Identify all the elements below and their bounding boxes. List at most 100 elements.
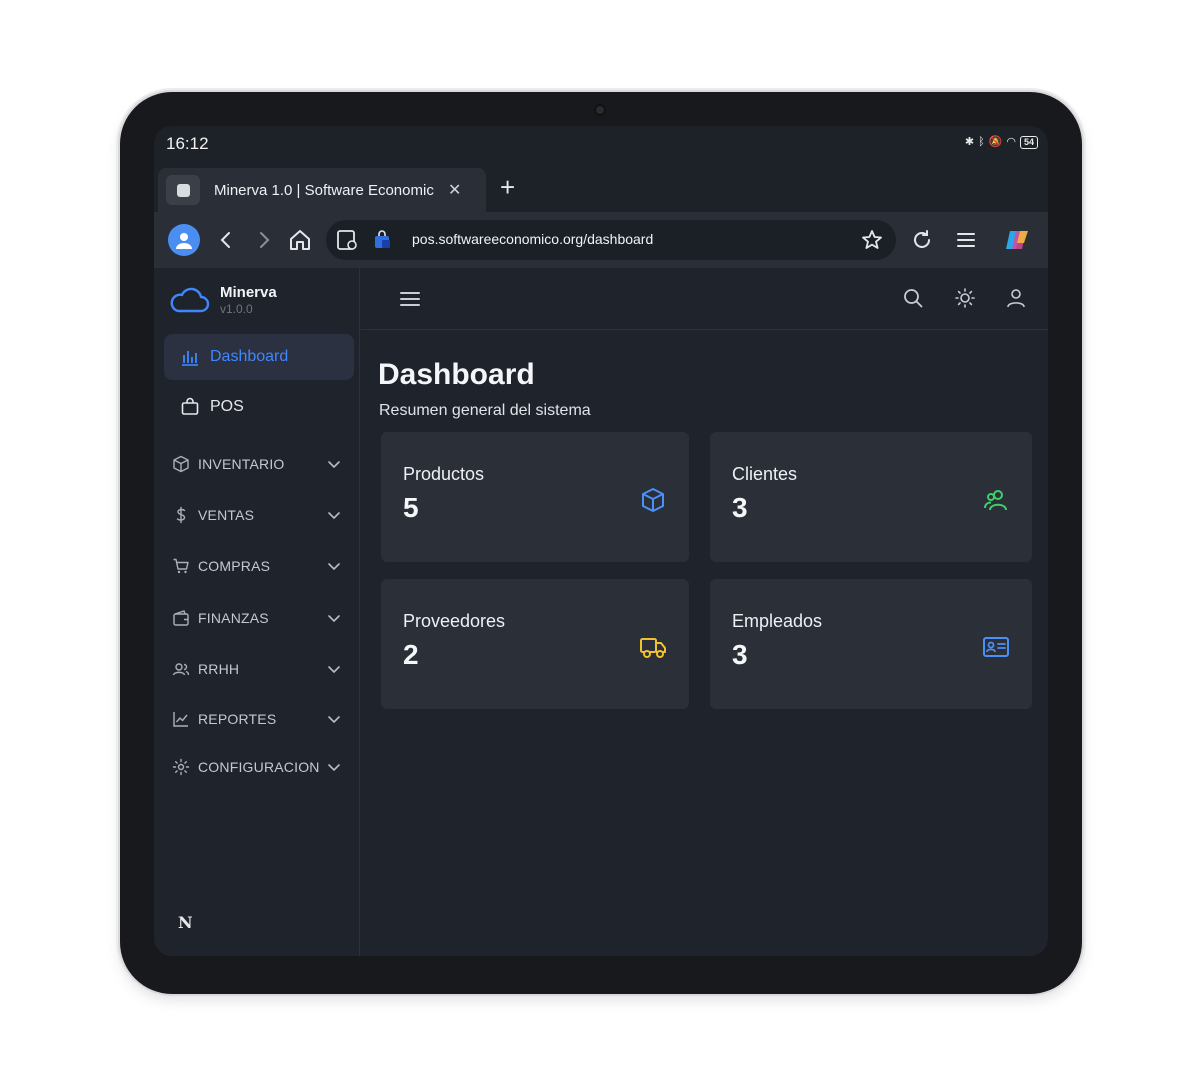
dollar-icon (176, 506, 186, 524)
status-icons: ✱ ᛒ 🔕 ◠ 54 (965, 135, 1038, 149)
sidebar-group-label: INVENTARIO (198, 456, 285, 472)
card-label: Productos (403, 464, 485, 484)
card-label: Empleados (732, 611, 823, 631)
reload-button[interactable] (908, 226, 936, 254)
back-button[interactable] (212, 226, 240, 254)
cloud-logo-icon (170, 287, 210, 313)
hamburger-icon (957, 233, 975, 247)
bar-chart-icon (182, 351, 198, 366)
bookmark-star-icon[interactable] (860, 228, 884, 252)
truck-icon (640, 638, 666, 658)
stat-card-clientes[interactable]: Clientes 3 (710, 432, 1032, 562)
browser-tab[interactable]: Minerva 1.0 | Software Economic ✕ (158, 168, 486, 212)
chevron-down-icon (328, 666, 340, 674)
nfc-icon: ✱ (964, 136, 975, 148)
home-button[interactable] (286, 226, 314, 254)
theme-toggle-icon[interactable] (953, 286, 977, 310)
wifi-icon: ◠ (1006, 136, 1016, 148)
url-text: pos.softwareeconomico.org/dashboard (412, 231, 654, 247)
tab-favicon-icon (166, 175, 200, 205)
forward-button[interactable] (250, 226, 278, 254)
chevron-down-icon (328, 764, 340, 772)
card-label: Clientes (732, 464, 798, 484)
sidebar-group-label: RRHH (198, 661, 240, 677)
browser-toolbar: pos.softwareeconomico.org/dashboard (154, 212, 1048, 268)
close-tab-icon[interactable]: ✕ (448, 180, 461, 200)
sidebar: Minerva v1.0.0 Dashboard POS INVENTARIO (154, 268, 360, 956)
new-tab-button[interactable]: + (500, 170, 515, 204)
brand-version: v1.0.0 (220, 302, 253, 316)
main-content: Dashboard Resumen general del sistema Pr… (361, 268, 1048, 956)
chevron-left-icon (220, 232, 230, 248)
chevron-down-icon (328, 615, 340, 623)
sidebar-group-label: COMPRAS (198, 558, 271, 574)
stat-card-productos[interactable]: Productos 5 (381, 432, 689, 562)
id-card-icon (983, 637, 1009, 657)
card-label: Proveedores (403, 611, 506, 631)
sidebar-group-ventas[interactable]: VENTAS (164, 495, 354, 535)
top-navbar (361, 268, 1048, 330)
card-value: 5 (403, 492, 419, 523)
tab-title: Minerva 1.0 | Software Economic (214, 181, 434, 199)
line-chart-icon (173, 712, 188, 727)
person-icon (176, 233, 192, 249)
mute-icon: 🔕 (988, 136, 1003, 148)
sidebar-group-label: REPORTES (198, 711, 277, 727)
tablet-frame: 16:12 ✱ ᛒ 🔕 ◠ 54 Minerva 1.0 | Software … (120, 92, 1082, 994)
cube-icon (642, 488, 664, 512)
status-bar: 16:12 ✱ ᛒ 🔕 ◠ 54 (154, 126, 1048, 164)
card-value: 2 (403, 639, 419, 670)
user-icon[interactable] (1004, 286, 1028, 310)
sidebar-group-reportes[interactable]: REPORTES (164, 699, 354, 739)
page-title: Dashboard (378, 358, 535, 391)
home-icon (290, 230, 310, 250)
browser-menu-button[interactable] (952, 226, 980, 254)
battery-icon: 54 (1019, 135, 1038, 149)
box-icon (173, 455, 189, 473)
copilot-icon[interactable] (1004, 229, 1030, 251)
sidebar-group-label: CONFIGURACION (198, 759, 320, 775)
screen: 16:12 ✱ ᛒ 🔕 ◠ 54 Minerva 1.0 | Software … (154, 126, 1048, 956)
sidebar-group-rrhh[interactable]: RRHH (164, 649, 354, 689)
chevron-down-icon (328, 512, 340, 520)
people-icon (172, 663, 190, 676)
shopping-bag-icon (181, 397, 199, 415)
web-app: Minerva v1.0.0 Dashboard POS INVENTARIO (154, 268, 1048, 956)
reload-icon (914, 230, 930, 248)
chevron-right-icon (260, 232, 270, 248)
page-settings-icon (337, 230, 357, 250)
brand-name: Minerva (220, 284, 277, 301)
sidebar-group-configuracion[interactable]: CONFIGURACION (164, 747, 354, 787)
sidebar-group-compras[interactable]: COMPRAS (164, 546, 354, 586)
users-icon (984, 490, 1007, 511)
status-time: 16:12 (166, 134, 209, 153)
bluetooth-icon: ᛒ (978, 136, 985, 148)
sidebar-group-label: VENTAS (198, 507, 255, 523)
profile-avatar[interactable] (168, 224, 200, 256)
cart-icon (173, 558, 189, 574)
sidebar-item-dashboard[interactable]: Dashboard (164, 334, 354, 380)
card-value: 3 (732, 492, 748, 523)
sidebar-item-label: POS (210, 398, 244, 415)
sidebar-item-label: Dashboard (210, 348, 289, 365)
menu-toggle-icon[interactable] (397, 286, 423, 312)
sidebar-group-label: FINANZAS (198, 610, 269, 626)
sidebar-item-pos[interactable]: POS (164, 384, 354, 430)
shopping-bag-icon (375, 230, 390, 248)
chevron-down-icon (328, 716, 340, 724)
stat-card-proveedores[interactable]: Proveedores 2 (381, 579, 689, 709)
gear-icon (172, 758, 190, 776)
search-icon[interactable] (901, 286, 925, 310)
address-bar[interactable]: pos.softwareeconomico.org/dashboard (326, 220, 896, 260)
n-logo: N (178, 913, 193, 932)
sidebar-group-inventario[interactable]: INVENTARIO (164, 444, 354, 484)
stat-card-empleados[interactable]: Empleados 3 (710, 579, 1032, 709)
chevron-down-icon (328, 563, 340, 571)
browser-tab-strip: Minerva 1.0 | Software Economic ✕ + (154, 164, 1048, 212)
wallet-icon (173, 610, 189, 626)
chevron-down-icon (328, 461, 340, 469)
page-subtitle: Resumen general del sistema (379, 402, 591, 419)
sidebar-group-finanzas[interactable]: FINANZAS (164, 598, 354, 638)
card-value: 3 (732, 639, 748, 670)
front-camera (594, 104, 606, 116)
